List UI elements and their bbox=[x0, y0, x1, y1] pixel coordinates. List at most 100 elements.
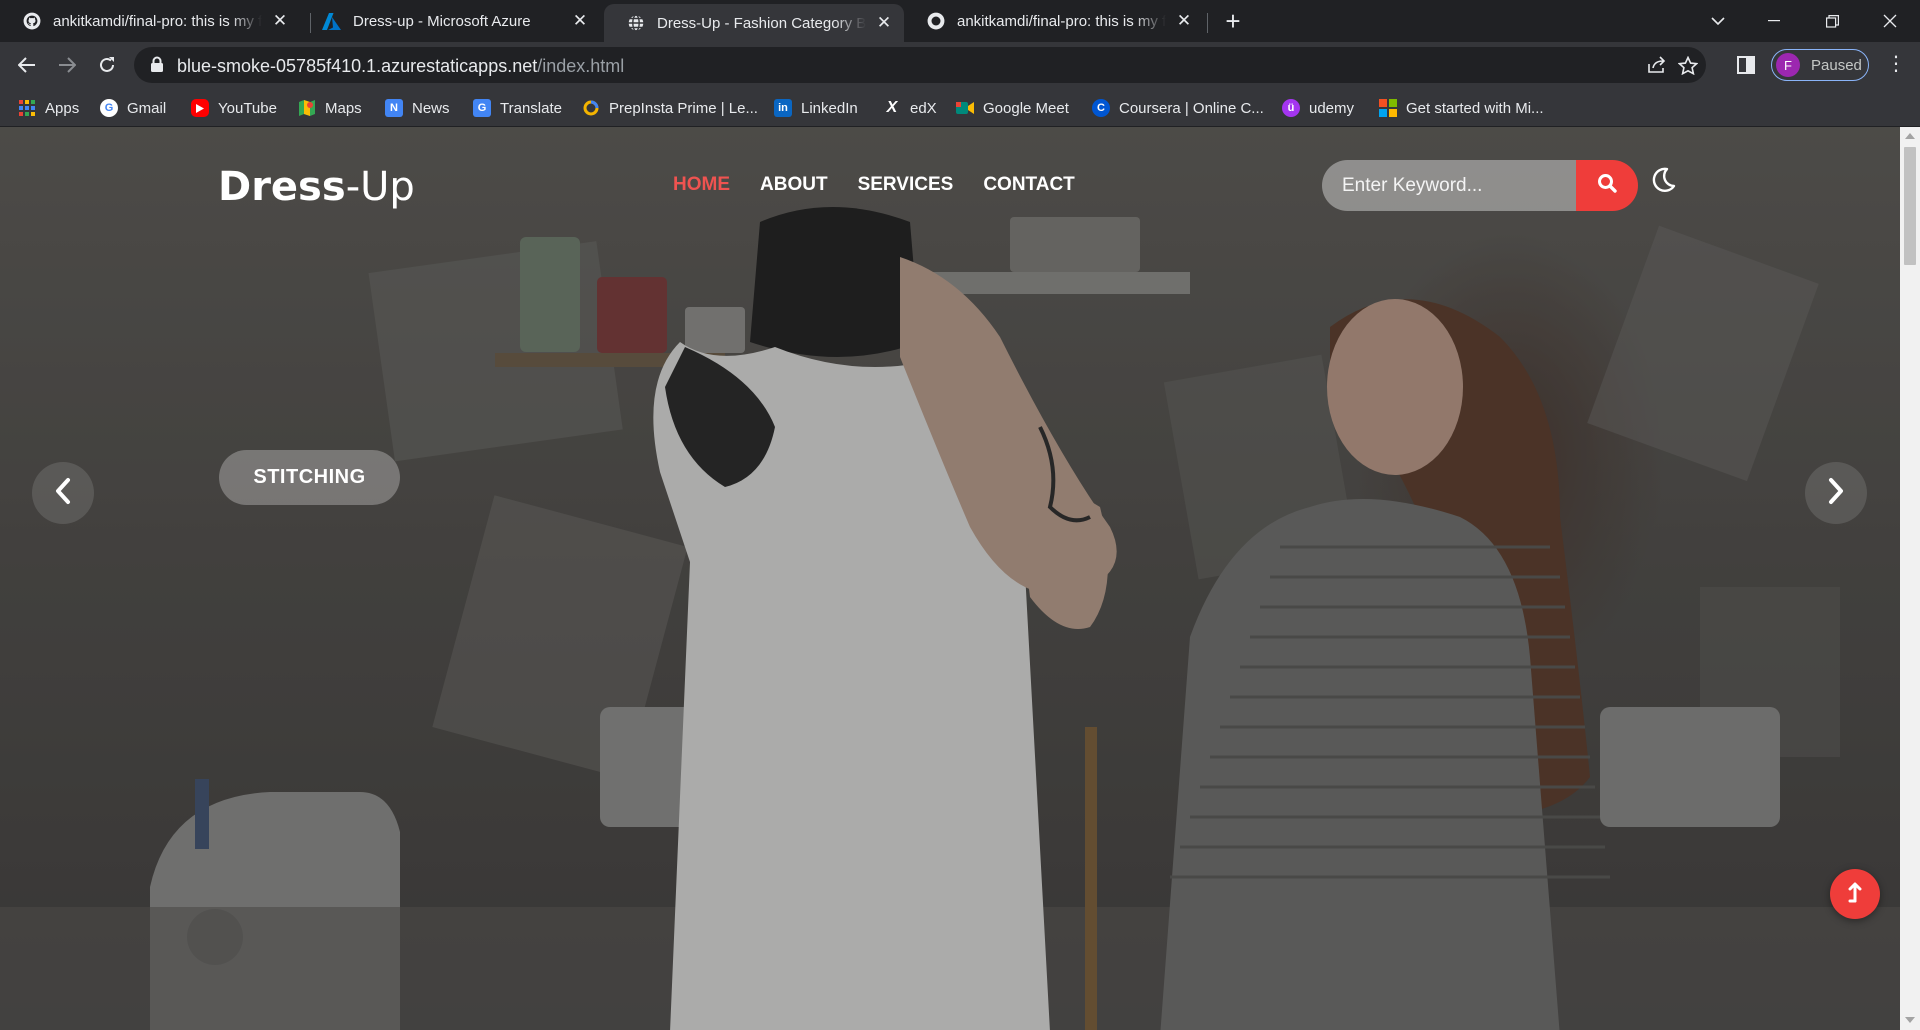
address-bar[interactable]: blue-smoke-05785f410.1.azurestaticapps.n… bbox=[134, 47, 1706, 83]
bookmark-microsoft[interactable]: Get started with Mi... bbox=[1379, 96, 1544, 120]
bookmark-coursera[interactable]: C Coursera | Online C... bbox=[1092, 96, 1264, 120]
meet-icon bbox=[956, 99, 974, 117]
bookmark-label: Google Meet bbox=[983, 99, 1069, 117]
bookmark-label: Coursera | Online C... bbox=[1119, 99, 1264, 117]
scrollbar-thumb[interactable] bbox=[1904, 147, 1916, 265]
url-text[interactable]: blue-smoke-05785f410.1.azurestaticapps.n… bbox=[177, 56, 624, 77]
news-icon: N bbox=[385, 99, 403, 117]
url-host: blue-smoke-05785f410.1.azurestaticapps.n… bbox=[177, 56, 538, 76]
hero-overlay bbox=[0, 127, 1900, 1030]
close-icon[interactable]: ✕ bbox=[874, 13, 894, 33]
apps-grid-icon bbox=[18, 99, 36, 117]
browser-toolbar: blue-smoke-05785f410.1.azurestaticapps.n… bbox=[0, 42, 1920, 88]
bookmark-star-icon[interactable] bbox=[1677, 54, 1699, 76]
dark-mode-toggle[interactable] bbox=[1648, 165, 1680, 197]
maps-icon bbox=[298, 99, 316, 117]
page-viewport: Dress-Up HOME ABOUT SERVICES CONTACT STI… bbox=[0, 127, 1920, 1030]
search-input[interactable] bbox=[1322, 160, 1576, 211]
tab-search-chevron-icon[interactable] bbox=[1690, 0, 1746, 42]
bookmark-edx[interactable]: X edX bbox=[883, 96, 937, 120]
nav-home[interactable]: HOME bbox=[673, 174, 730, 196]
bookmark-gmail[interactable]: G Gmail bbox=[100, 96, 166, 120]
bookmark-prepinsta[interactable]: PrepInsta Prime | Le... bbox=[582, 96, 758, 120]
lock-icon[interactable] bbox=[150, 56, 166, 74]
scroll-down-arrow[interactable] bbox=[1905, 1017, 1915, 1023]
github-icon bbox=[22, 12, 41, 31]
coursera-icon: C bbox=[1092, 99, 1110, 117]
github-icon bbox=[926, 12, 945, 31]
browser-tab-active[interactable]: Dress-Up - Fashion Category Boo ✕ bbox=[604, 4, 904, 42]
tab-strip: ankitkamdi/final-pro: this is my fi ✕ Dr… bbox=[0, 0, 1920, 42]
share-icon[interactable] bbox=[1646, 54, 1668, 76]
slide-category-badge[interactable]: STITCHING bbox=[219, 450, 400, 505]
hero-slider: Dress-Up HOME ABOUT SERVICES CONTACT STI… bbox=[0, 127, 1900, 1030]
site-logo[interactable]: Dress-Up bbox=[218, 164, 415, 210]
globe-icon bbox=[626, 14, 645, 33]
bookmark-label: Maps bbox=[325, 99, 362, 117]
arrow-up-icon bbox=[1847, 881, 1863, 908]
bookmark-linkedin[interactable]: in LinkedIn bbox=[774, 96, 858, 120]
side-panel-icon[interactable] bbox=[1735, 54, 1757, 76]
tab-title: ankitkamdi/final-pro: this is my fi bbox=[957, 12, 1166, 30]
menu-kebab-icon[interactable]: ⋮ bbox=[1884, 53, 1908, 77]
search-box bbox=[1322, 160, 1638, 211]
translate-icon: G bbox=[473, 99, 491, 117]
profile-status: Paused bbox=[1811, 56, 1862, 74]
back-button[interactable] bbox=[11, 49, 43, 81]
youtube-icon bbox=[191, 99, 209, 117]
scroll-up-arrow[interactable] bbox=[1905, 133, 1915, 139]
bookmark-maps[interactable]: Maps bbox=[298, 96, 362, 120]
close-icon[interactable]: ✕ bbox=[270, 11, 290, 31]
slider-next-button[interactable] bbox=[1805, 462, 1867, 524]
logo-bold: Dress bbox=[218, 164, 346, 210]
bookmark-label: PrepInsta Prime | Le... bbox=[609, 99, 758, 117]
reload-button[interactable] bbox=[91, 49, 123, 81]
nav-about[interactable]: ABOUT bbox=[760, 174, 828, 196]
close-window-button[interactable] bbox=[1862, 0, 1918, 42]
bookmark-label: udemy bbox=[1309, 99, 1355, 117]
minimize-button[interactable] bbox=[1746, 0, 1802, 42]
bookmark-label: News bbox=[412, 99, 450, 117]
bookmarks-bar: Apps G Gmail YouTube Maps N News G Trans… bbox=[0, 88, 1920, 127]
browser-tab[interactable]: ankitkamdi/final-pro: this is my fi ✕ bbox=[0, 4, 300, 38]
nav-services[interactable]: SERVICES bbox=[858, 174, 954, 196]
chevron-right-icon bbox=[1828, 477, 1844, 510]
linkedin-icon: in bbox=[774, 99, 792, 117]
google-icon: G bbox=[100, 99, 118, 117]
search-icon bbox=[1597, 173, 1617, 198]
bookmark-label: Apps bbox=[45, 99, 80, 117]
logo-light: -Up bbox=[345, 164, 415, 210]
bookmark-label: Translate bbox=[500, 99, 562, 117]
scroll-to-top-button[interactable] bbox=[1830, 869, 1880, 919]
forward-button[interactable] bbox=[51, 49, 83, 81]
close-icon[interactable]: ✕ bbox=[570, 11, 590, 31]
new-tab-button[interactable]: + bbox=[1219, 8, 1247, 36]
bookmark-udemy[interactable]: ü udemy bbox=[1282, 96, 1354, 120]
tab-title: Dress-up - Microsoft Azure bbox=[353, 12, 531, 30]
profile-button[interactable]: F Paused bbox=[1771, 49, 1869, 81]
chevron-left-icon bbox=[55, 477, 71, 510]
slider-prev-button[interactable] bbox=[32, 462, 94, 524]
search-button[interactable] bbox=[1576, 160, 1638, 211]
bookmark-label: YouTube bbox=[218, 99, 277, 117]
restore-button[interactable] bbox=[1804, 0, 1860, 42]
browser-tab[interactable]: Dress-up - Microsoft Azure ✕ bbox=[300, 4, 600, 38]
bookmark-label: Gmail bbox=[127, 99, 167, 117]
main-nav: HOME ABOUT SERVICES CONTACT bbox=[673, 174, 1075, 196]
bookmark-translate[interactable]: G Translate bbox=[473, 96, 562, 120]
moon-icon bbox=[1648, 167, 1678, 199]
tab-title: ankitkamdi/final-pro: this is my fi bbox=[53, 12, 262, 30]
bookmark-google-meet[interactable]: Google Meet bbox=[956, 96, 1069, 120]
close-icon[interactable]: ✕ bbox=[1174, 11, 1194, 31]
page-scrollbar[interactable] bbox=[1900, 127, 1920, 1030]
url-path: /index.html bbox=[537, 56, 625, 76]
avatar: F bbox=[1776, 53, 1800, 77]
bookmark-label: LinkedIn bbox=[801, 99, 858, 117]
bookmark-news[interactable]: N News bbox=[385, 96, 450, 120]
browser-tab[interactable]: ankitkamdi/final-pro: this is my fi ✕ bbox=[904, 4, 1204, 38]
bookmark-youtube[interactable]: YouTube bbox=[191, 96, 277, 120]
nav-contact[interactable]: CONTACT bbox=[983, 174, 1074, 196]
bookmark-apps[interactable]: Apps bbox=[18, 96, 79, 120]
bookmark-label: edX bbox=[910, 99, 937, 117]
udemy-icon: ü bbox=[1282, 99, 1300, 117]
